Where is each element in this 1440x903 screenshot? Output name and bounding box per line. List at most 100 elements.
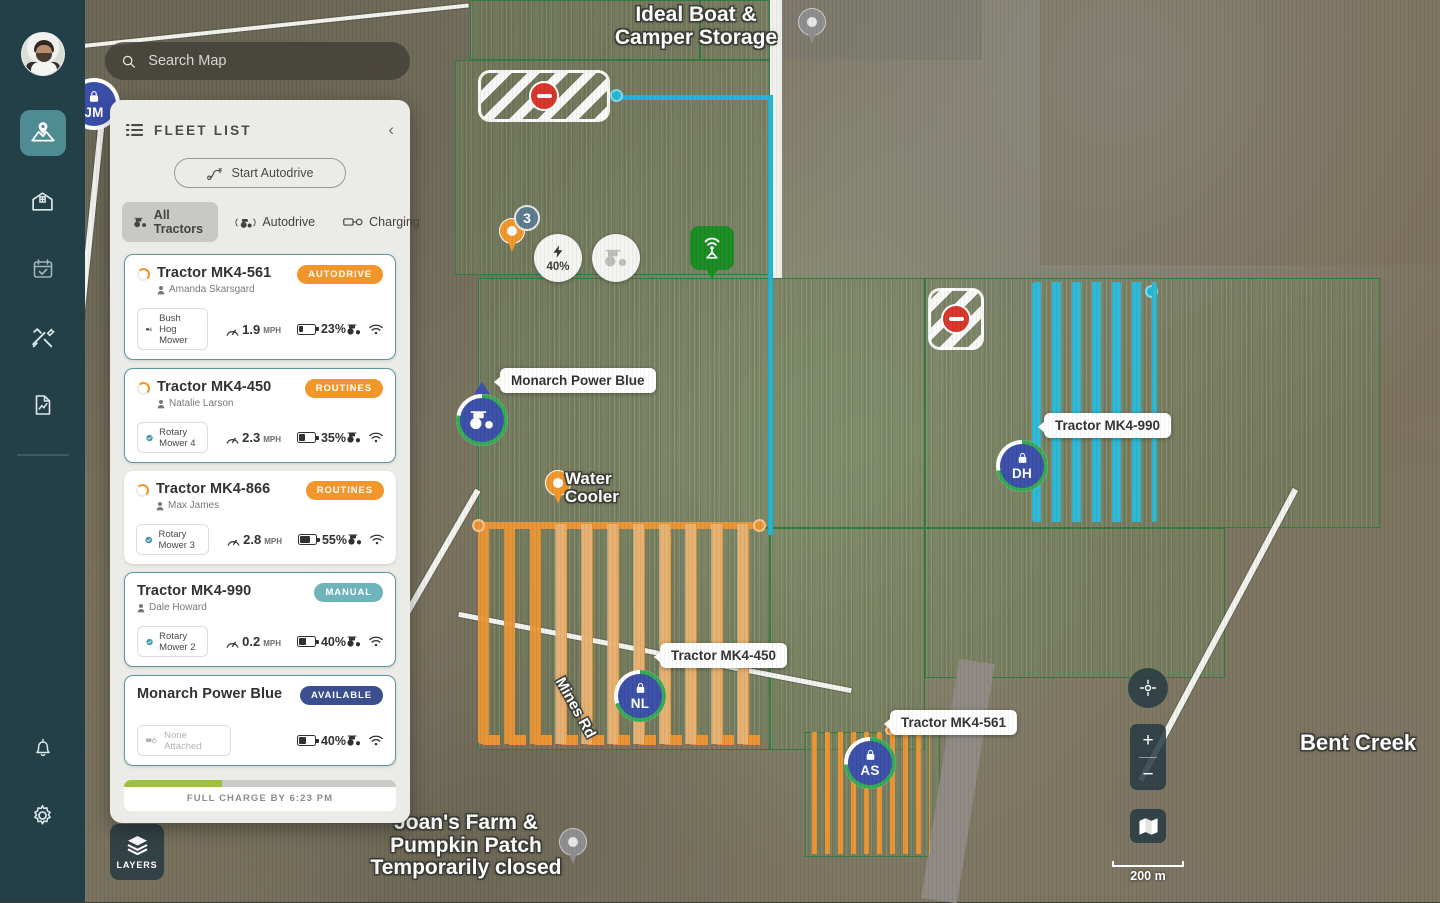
callout-mpb[interactable]: Monarch Power Blue (500, 368, 656, 393)
scale-bar (1112, 861, 1184, 867)
terrain-block (1040, 0, 1440, 265)
status-spinner-icon (137, 382, 150, 395)
start-autodrive-button[interactable]: Start Autodrive (174, 158, 346, 188)
filter-autodrive[interactable]: Autodrive (224, 209, 326, 235)
tractor-owner: Dale Howard (137, 602, 251, 613)
map-layers-icon (1138, 817, 1159, 836)
battery-readout: 40% (297, 635, 346, 649)
person-icon (137, 603, 145, 613)
tractor-marker-initials: DH (1012, 467, 1032, 481)
lock-icon (864, 748, 877, 762)
layers-icon (126, 835, 149, 855)
implement-chip[interactable]: Rotary Mower 4 (137, 422, 208, 453)
tractor-marker-mk4-561[interactable]: AS (844, 737, 896, 789)
filter-autodrive-label: Autodrive (262, 215, 315, 229)
battery-icon (297, 735, 316, 746)
search-input[interactable] (148, 53, 394, 69)
tractor-chip[interactable] (592, 234, 640, 282)
zoom-in-button[interactable]: + (1130, 731, 1166, 750)
wifi-icon (369, 735, 383, 746)
keepout-zone[interactable] (928, 288, 984, 350)
tractor-marker-mk4-990[interactable]: DH (996, 440, 1048, 492)
implement-chip[interactable]: Rotary Mower 3 (136, 524, 209, 555)
zoom-controls: + − (1130, 724, 1166, 790)
implement-icon (146, 325, 153, 334)
callout-mk4-990[interactable]: Tractor MK4-990 (1044, 413, 1171, 438)
coverage-cyan (1032, 505, 1157, 521)
tractor-name: Tractor MK4-866 (156, 481, 270, 497)
poi-pin-icon[interactable] (798, 8, 826, 46)
filter-charging[interactable]: Charging (332, 209, 431, 235)
path-endpoint (610, 89, 623, 102)
keepout-zone[interactable] (478, 70, 610, 122)
implement-chip[interactable]: Rotary Mower 2 (137, 626, 208, 657)
tractor-owner: Natalie Larson (157, 398, 271, 409)
collapse-panel-button[interactable]: ‹ (388, 120, 394, 140)
sidebar-item-map[interactable] (20, 110, 66, 156)
basemap-toggle-button[interactable] (1130, 809, 1166, 843)
tractor-marker-initials: AS (860, 764, 879, 778)
sidebar-item-maintenance[interactable] (20, 314, 66, 360)
map-scale: 200 m (1112, 861, 1184, 883)
battery-readout: 55% (298, 533, 347, 547)
field-parcel (700, 0, 770, 60)
tractor-card[interactable]: Tractor MK4-450 Natalie Larson ROUTINES … (124, 368, 396, 463)
layers-button[interactable]: LAYERS (110, 824, 164, 880)
charge-status-label: FULL CHARGE BY 6:23 PM (124, 787, 396, 811)
charge-station-chip[interactable]: 40% (534, 234, 582, 282)
tractor-marker-mk4-450[interactable]: NL (614, 670, 666, 722)
tractor-card[interactable]: Monarch Power Blue AVAILABLE None Attach… (124, 675, 396, 766)
tractor-name: Tractor MK4-990 (137, 583, 251, 599)
sidebar-item-notifications[interactable] (20, 724, 66, 770)
speedometer-icon (226, 638, 239, 649)
marker-cluster-count[interactable]: 3 (514, 205, 540, 231)
lock-icon (1016, 451, 1029, 465)
autodrive-path (613, 95, 773, 100)
poi-pin-icon[interactable] (559, 828, 587, 866)
coverage-cyan (1032, 282, 1157, 522)
card-status-icons (346, 636, 383, 647)
status-spinner-icon (137, 268, 150, 281)
sidebar-item-reports[interactable] (20, 382, 66, 428)
tractor-owner: Max James (156, 500, 270, 511)
bolt-icon (551, 243, 566, 260)
sidebar-item-schedule[interactable] (20, 246, 66, 292)
sidebar-item-barn[interactable] (20, 178, 66, 224)
sidebar-item-settings[interactable] (20, 792, 66, 838)
tractor-icon (603, 249, 629, 267)
map-pin-icon (30, 120, 56, 146)
implement-icon (146, 736, 158, 745)
autodrive-route-icon (207, 166, 224, 181)
tractor-card[interactable]: Tractor MK4-866 Max James ROUTINES Rotar… (124, 471, 396, 564)
marker-water-cooler[interactable] (545, 470, 571, 506)
card-status-icons (346, 735, 383, 746)
tractor-card[interactable]: Tractor MK4-561 Amanda Skarsgard AUTODRI… (124, 254, 396, 360)
battery-icon (297, 432, 316, 443)
zoom-out-button[interactable]: − (1130, 765, 1166, 784)
callout-mk4-450[interactable]: Tractor MK4-450 (660, 643, 787, 668)
status-badge: ROUTINES (305, 379, 383, 398)
battery-readout: 23% (297, 322, 346, 336)
locate-me-button[interactable] (1128, 668, 1168, 708)
speedometer-icon (226, 434, 239, 445)
person-icon (156, 501, 164, 511)
list-icon (126, 123, 143, 137)
implement-chip[interactable]: Bush Hog Mower (137, 308, 208, 350)
search-bar[interactable] (105, 42, 410, 80)
status-badge: MANUAL (314, 583, 383, 602)
base-station-marker[interactable] (690, 226, 734, 270)
tractor-icon (133, 216, 148, 229)
avatar[interactable] (21, 32, 65, 76)
tractor-marker-mpb[interactable] (456, 394, 508, 446)
status-badge: AVAILABLE (300, 686, 383, 705)
tractor-card[interactable]: Tractor MK4-990 Dale Howard MANUAL Rotar… (124, 572, 396, 667)
layers-label: LAYERS (116, 860, 157, 870)
tools-icon (30, 325, 55, 350)
barn-icon (30, 189, 55, 214)
tractor-icon (347, 534, 363, 545)
no-entry-icon (941, 304, 971, 334)
filter-all-tractors[interactable]: All Tractors (122, 202, 218, 242)
implement-chip[interactable]: None Attached (137, 725, 231, 756)
battery-icon (298, 534, 317, 545)
callout-mk4-561[interactable]: Tractor MK4-561 (890, 710, 1017, 735)
